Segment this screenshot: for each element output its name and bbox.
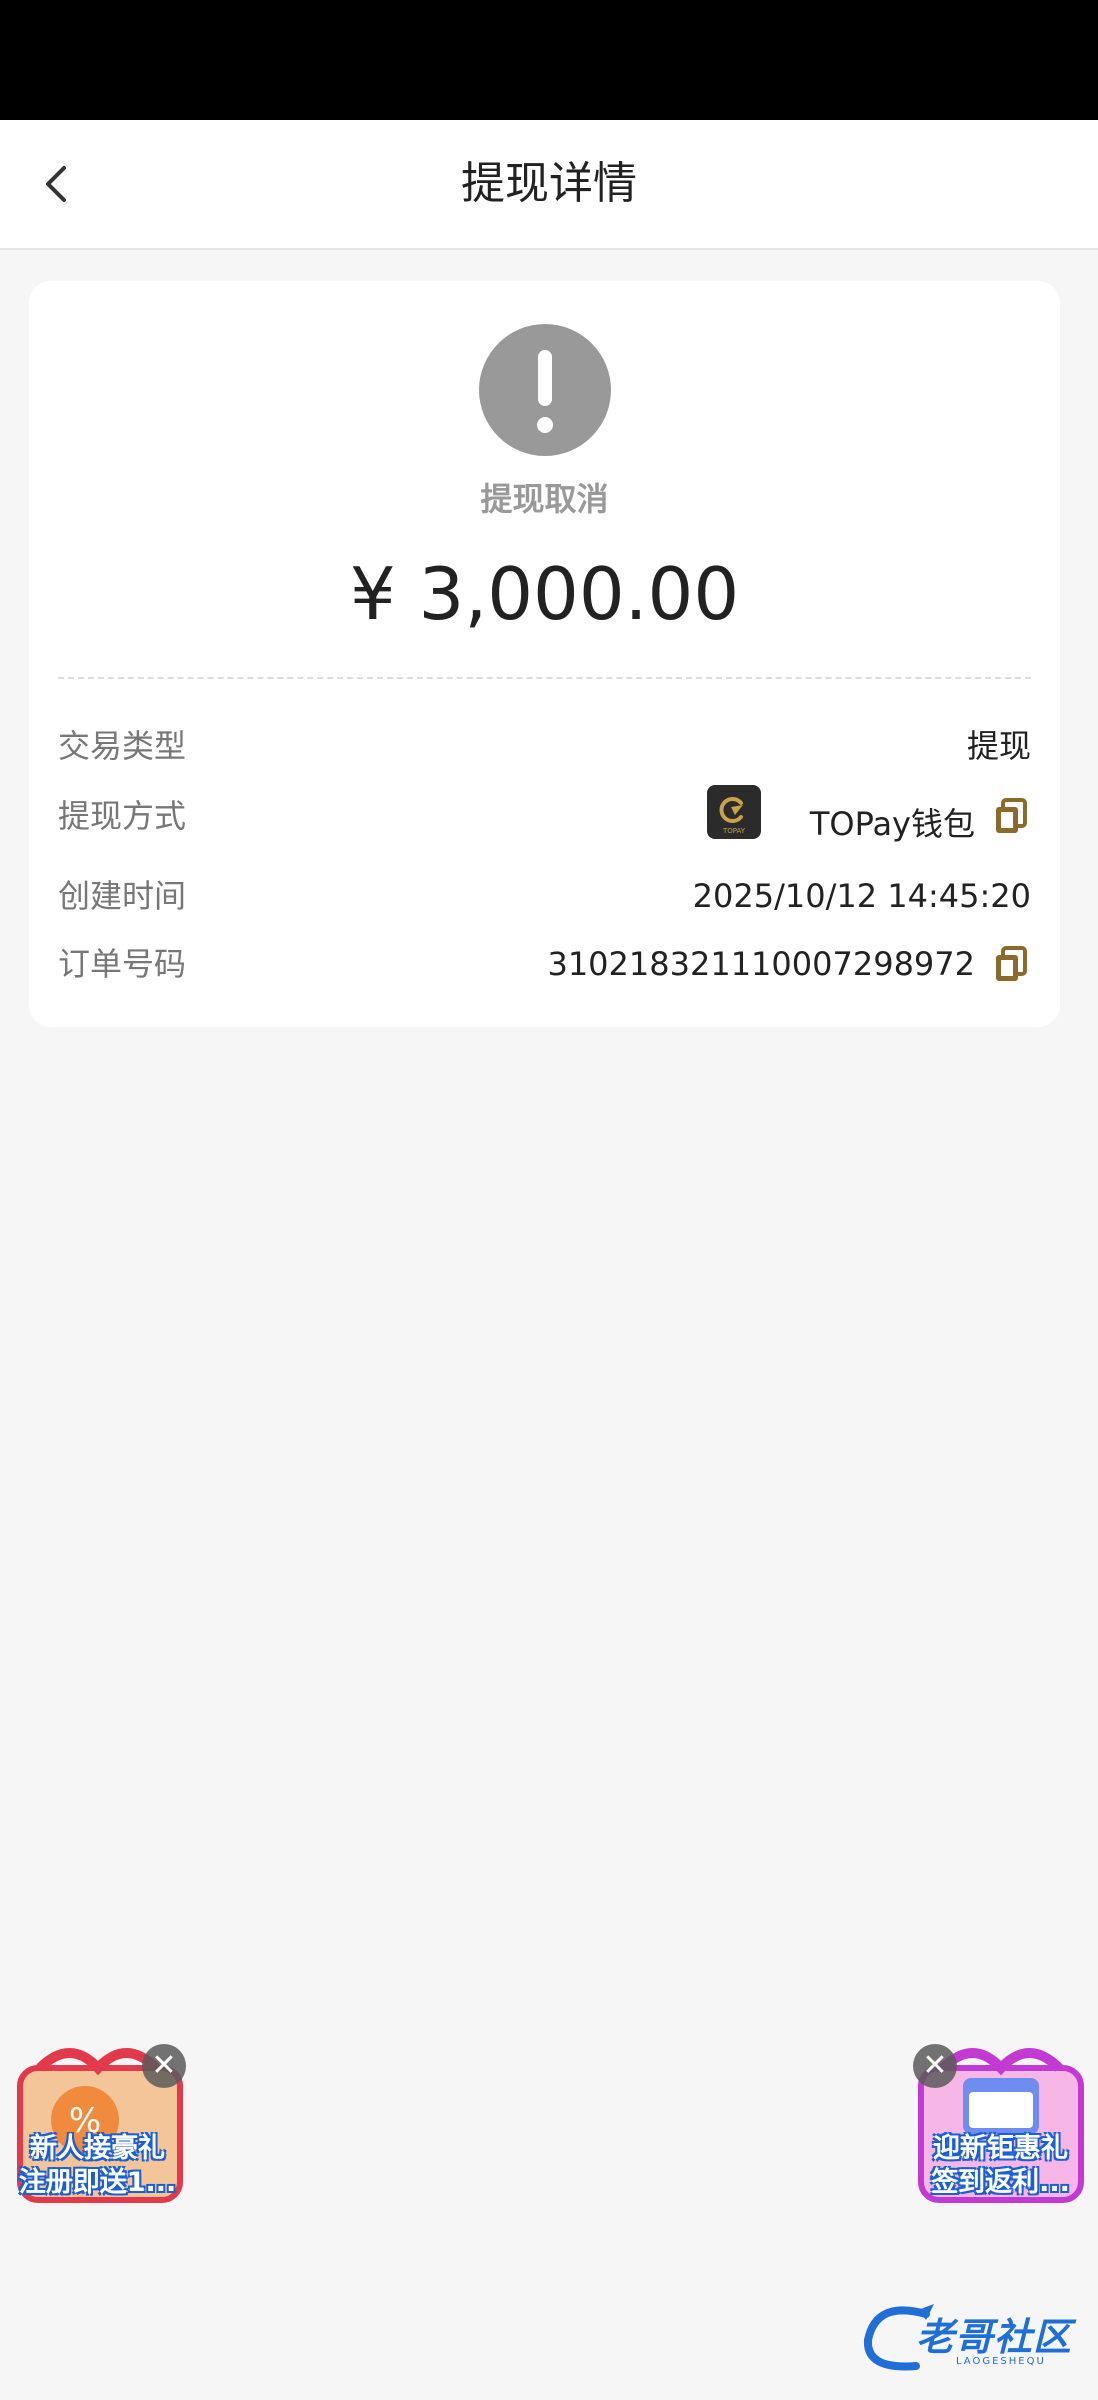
detail-label: 提现方式 [58,797,187,835]
banner-line-1: 新人接豪礼 [30,2133,165,2164]
detail-row-created-time: 创建时间 2025/10/12 14:45:20 [58,868,1031,924]
detail-value: TOPay钱包 [809,805,975,843]
status-text: 提现取消 [480,480,609,518]
topay-logo-icon: TOPAY [707,785,761,839]
detail-label: 创建时间 [58,877,187,915]
newcomer-gift-banner[interactable]: % 新人接豪礼 注册即送1... ✕ [10,2040,186,2210]
watermark-title: 老哥社区 [916,2315,1073,2359]
withdrawal-detail-card: 提现取消 ¥ 3,000.00 交易类型 提现 提现方式 TOPAY TOPay… [29,281,1060,1027]
detail-row-withdraw-method: 提现方式 TOPAY TOPay钱包 [58,785,1031,844]
detail-label: 交易类型 [58,727,187,765]
close-icon[interactable]: ✕ [913,2044,957,2088]
copy-icon[interactable] [991,796,1031,836]
detail-row-order-number: 订单号码 310218321110007298972 [58,936,1031,992]
status-bar [0,0,1098,120]
detail-value: 310218321110007298972 [547,945,975,983]
welcome-gift-banner[interactable]: 迎新钜惠礼 签到返利... ✕ [913,2040,1088,2210]
nav-bar: 提现详情 [0,120,1098,250]
divider [58,677,1031,679]
detail-label: 订单号码 [58,945,187,983]
watermark-subtitle: LAOGESHEQU [956,2356,1046,2367]
banner-line-2: 注册即送1... [18,2167,177,2198]
detail-value: 提现 [966,727,1031,765]
banner-line-1: 迎新钜惠礼 [933,2133,1068,2164]
close-icon[interactable]: ✕ [142,2044,186,2088]
svg-text:TOPAY: TOPAY [722,827,746,835]
amount: ¥ 3,000.00 [349,552,740,636]
watermark-logo: 老哥社区 LAOGESHEQU [856,2300,1086,2378]
exclamation-icon [479,324,611,456]
copy-icon[interactable] [991,944,1031,984]
detail-value: 2025/10/12 14:45:20 [692,877,1031,915]
page-title: 提现详情 [461,158,637,209]
banner-line-2: 签到返利... [931,2167,1070,2198]
detail-row-transaction-type: 交易类型 提现 [58,718,1031,774]
